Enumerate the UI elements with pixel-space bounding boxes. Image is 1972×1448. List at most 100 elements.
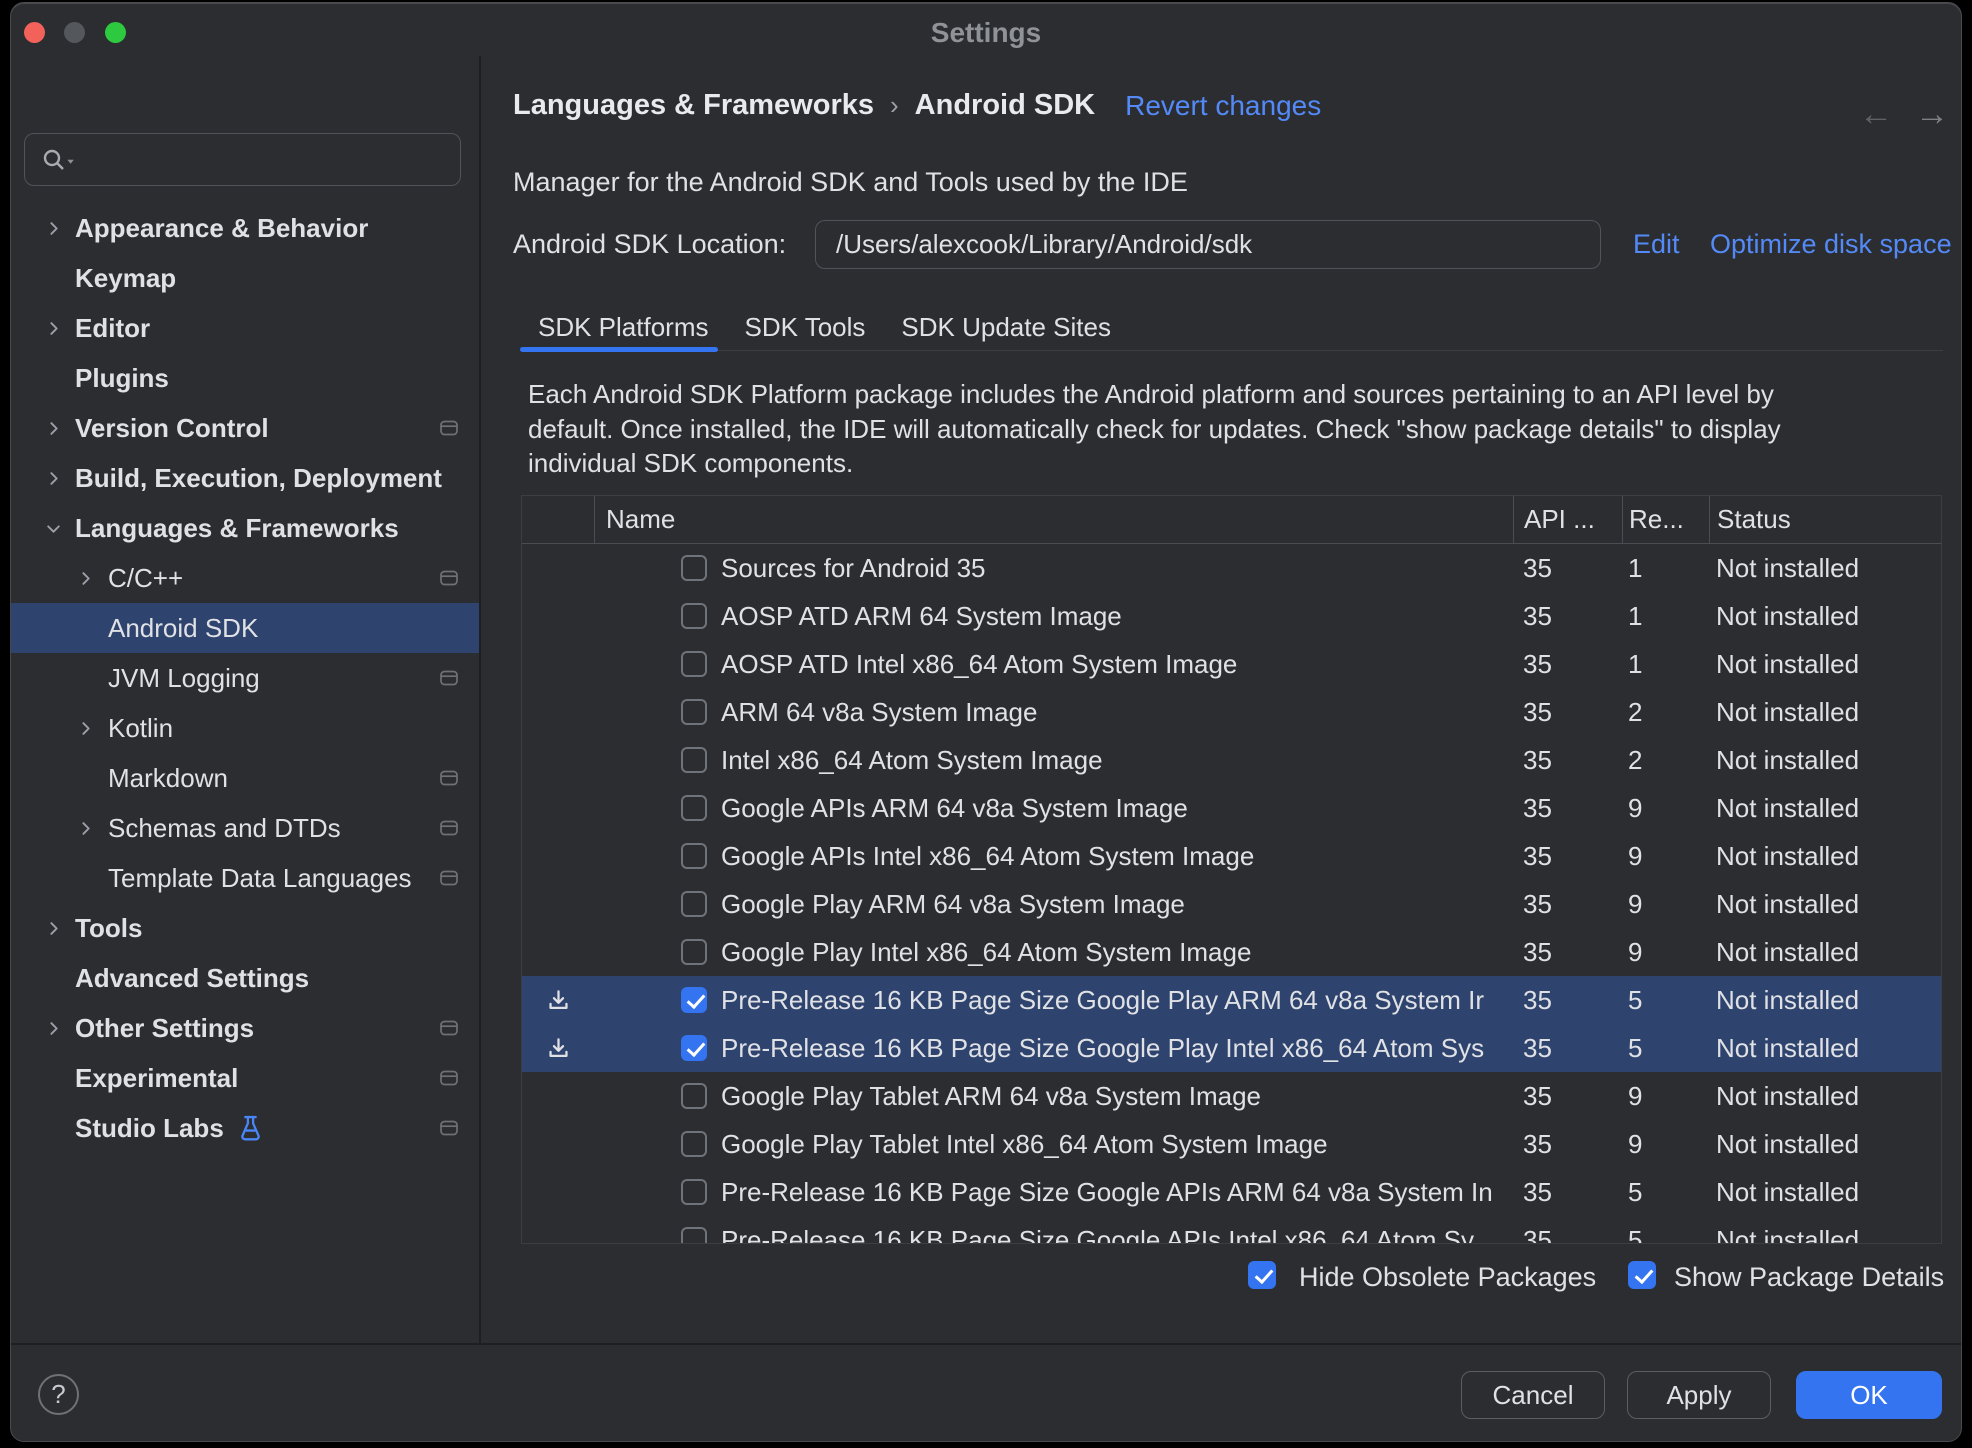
sidebar-item-languages-frameworks[interactable]: Languages & Frameworks: [11, 503, 479, 553]
forward-arrow-icon[interactable]: →: [1915, 95, 1949, 134]
tabs-divider: [520, 350, 1943, 351]
back-arrow-icon[interactable]: ←: [1859, 95, 1893, 134]
package-checkbox[interactable]: [681, 1131, 707, 1157]
package-api-level: 35: [1513, 553, 1622, 584]
chevron-right-icon[interactable]: [75, 568, 95, 588]
cancel-button[interactable]: Cancel: [1461, 1371, 1605, 1419]
package-checkbox[interactable]: [681, 1227, 707, 1244]
optimize-disk-space-link[interactable]: Optimize disk space: [1710, 229, 1952, 260]
package-api-level: 35: [1513, 1225, 1622, 1245]
sidebar-item-build-execution-deployment[interactable]: Build, Execution, Deployment: [11, 453, 479, 503]
chevron-right-icon[interactable]: [75, 818, 95, 838]
chevron-right-icon[interactable]: [43, 468, 63, 488]
package-api-level: 35: [1513, 601, 1622, 632]
ok-button[interactable]: OK: [1796, 1371, 1942, 1419]
sidebar-item-jvm-logging[interactable]: JVM Logging: [11, 653, 479, 703]
package-checkbox[interactable]: [681, 555, 707, 581]
table-row[interactable]: Pre-Release 16 KB Page Size Google Play …: [522, 1024, 1941, 1072]
sidebar-item-android-sdk[interactable]: Android SDK: [11, 603, 479, 653]
table-row[interactable]: Google Play Intel x86_64 Atom System Ima…: [522, 928, 1941, 976]
chevron-right-icon[interactable]: [75, 718, 95, 738]
column-api-level[interactable]: API ...: [1513, 496, 1622, 544]
table-row[interactable]: Intel x86_64 Atom System Image 35 2 Not …: [522, 736, 1941, 784]
package-name: Google Play ARM 64 v8a System Image: [721, 889, 1185, 920]
package-name: AOSP ATD ARM 64 System Image: [721, 601, 1122, 632]
table-row[interactable]: Sources for Android 35 35 1 Not installe…: [522, 544, 1941, 592]
chevron-right-icon[interactable]: [43, 318, 63, 338]
package-checkbox[interactable]: [681, 1083, 707, 1109]
package-checkbox[interactable]: [681, 603, 707, 629]
tab-sdk-tools[interactable]: SDK Tools: [727, 303, 884, 351]
package-checkbox[interactable]: [681, 795, 707, 821]
chevron-right-icon[interactable]: [43, 518, 63, 538]
table-row[interactable]: Pre-Release 16 KB Page Size Google Play …: [522, 976, 1941, 1024]
package-checkbox[interactable]: [681, 651, 707, 677]
package-checkbox[interactable]: [681, 939, 707, 965]
column-status[interactable]: Status: [1709, 496, 1941, 544]
sidebar-item-markdown[interactable]: Markdown: [11, 753, 479, 803]
sidebar-item-experimental[interactable]: Experimental: [11, 1053, 479, 1103]
column-revision[interactable]: Re...: [1622, 496, 1709, 544]
sidebar-nav-list: Appearance & Behavior Keymap: [11, 203, 479, 1153]
tab-sdk-update-sites[interactable]: SDK Update Sites: [883, 303, 1129, 351]
help-button[interactable]: ?: [38, 1374, 79, 1415]
description-line: Each Android SDK Platform package includ…: [528, 377, 1781, 412]
footer-divider: [11, 1343, 1961, 1345]
chevron-right-icon[interactable]: [43, 1018, 63, 1038]
download-pending-icon: [546, 988, 571, 1013]
sidebar-item-version-control[interactable]: Version Control: [11, 403, 479, 453]
column-name[interactable]: Name: [594, 496, 1513, 544]
sidebar-item-other-settings[interactable]: Other Settings: [11, 1003, 479, 1053]
chevron-right-icon[interactable]: [43, 218, 63, 238]
sidebar-item-editor[interactable]: Editor: [11, 303, 479, 353]
show-details-label: Show Package Details: [1674, 1262, 1944, 1293]
sidebar-item-template-data-languages[interactable]: Template Data Languages: [11, 853, 479, 903]
hide-obsolete-checkbox[interactable]: [1248, 1261, 1276, 1289]
breadcrumb-parent[interactable]: Languages & Frameworks: [513, 89, 874, 122]
sidebar-item-keymap[interactable]: Keymap: [11, 253, 479, 303]
package-checkbox[interactable]: [681, 891, 707, 917]
sidebar-item-plugins[interactable]: Plugins: [11, 353, 479, 403]
package-status: Not installed: [1709, 793, 1941, 824]
package-checkbox[interactable]: [681, 987, 707, 1013]
sidebar-item-kotlin[interactable]: Kotlin: [11, 703, 479, 753]
chevron-right-icon[interactable]: [43, 418, 63, 438]
show-details-checkbox[interactable]: [1628, 1261, 1656, 1289]
package-checkbox[interactable]: [681, 1035, 707, 1061]
package-checkbox[interactable]: [681, 747, 707, 773]
package-checkbox[interactable]: [681, 843, 707, 869]
sidebar-item-label: Template Data Languages: [108, 863, 412, 894]
sidebar-item-tools[interactable]: Tools: [11, 903, 479, 953]
apply-button[interactable]: Apply: [1627, 1371, 1771, 1419]
sidebar-item-appearance-behavior[interactable]: Appearance & Behavior: [11, 203, 479, 253]
sidebar-item-studio-labs[interactable]: Studio Labs: [11, 1103, 479, 1153]
table-row[interactable]: AOSP ATD Intel x86_64 Atom System Image …: [522, 640, 1941, 688]
table-row[interactable]: AOSP ATD ARM 64 System Image 35 1 Not in…: [522, 592, 1941, 640]
search-input[interactable]: [75, 144, 460, 175]
table-row[interactable]: Google Play ARM 64 v8a System Image 35 9…: [522, 880, 1941, 928]
package-checkbox[interactable]: [681, 1179, 707, 1205]
table-row[interactable]: Google APIs Intel x86_64 Atom System Ima…: [522, 832, 1941, 880]
sidebar-item-schemas-and-dtds[interactable]: Schemas and DTDs: [11, 803, 479, 853]
sidebar-item-advanced-settings[interactable]: Advanced Settings: [11, 953, 479, 1003]
table-row[interactable]: Google Play Tablet Intel x86_64 Atom Sys…: [522, 1120, 1941, 1168]
sdk-location-field[interactable]: [815, 220, 1601, 269]
sidebar-item-label: Tools: [75, 913, 142, 944]
table-row[interactable]: Pre-Release 16 KB Page Size Google APIs …: [522, 1216, 1941, 1244]
package-name: Pre-Release 16 KB Page Size Google Play …: [721, 1033, 1484, 1064]
table-row[interactable]: Pre-Release 16 KB Page Size Google APIs …: [522, 1168, 1941, 1216]
sidebar-divider: [479, 56, 481, 1345]
chevron-right-icon[interactable]: [43, 918, 63, 938]
edit-link[interactable]: Edit: [1633, 229, 1680, 260]
sidebar-item-label: JVM Logging: [108, 663, 260, 694]
tab-sdk-platforms[interactable]: SDK Platforms: [520, 303, 727, 351]
package-checkbox[interactable]: [681, 699, 707, 725]
table-row[interactable]: Google APIs ARM 64 v8a System Image 35 9…: [522, 784, 1941, 832]
revert-changes-link[interactable]: Revert changes: [1125, 90, 1321, 122]
table-row[interactable]: Google Play Tablet ARM 64 v8a System Ima…: [522, 1072, 1941, 1120]
flask-icon: [238, 1115, 263, 1142]
sidebar-item-c-c-[interactable]: C/C++: [11, 553, 479, 603]
package-name: Sources for Android 35: [721, 553, 986, 584]
settings-search-box[interactable]: [24, 133, 461, 186]
table-row[interactable]: ARM 64 v8a System Image 35 2 Not install…: [522, 688, 1941, 736]
